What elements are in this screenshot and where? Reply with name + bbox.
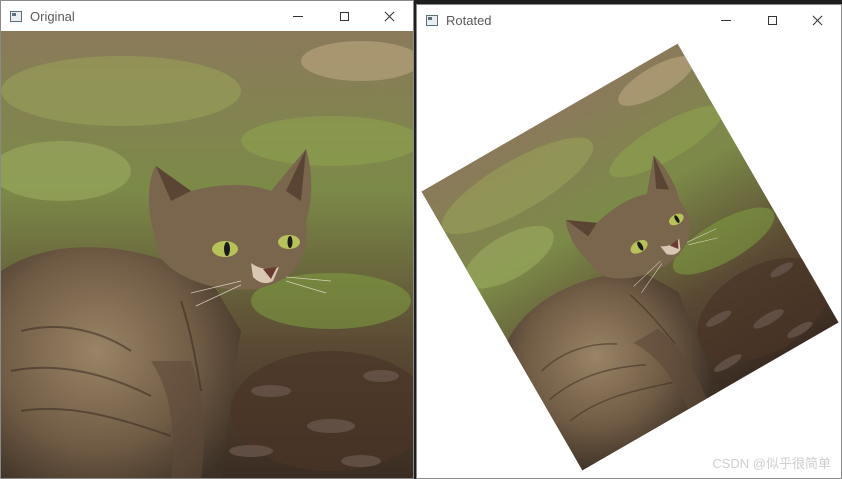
original-window-title: Original	[30, 8, 75, 24]
original-image-area	[1, 31, 413, 478]
minimize-icon[interactable]	[275, 1, 321, 31]
watermark-text: CSDN @似乎很简单	[712, 456, 831, 471]
minimize-icon[interactable]	[703, 5, 749, 35]
close-icon[interactable]	[795, 5, 841, 35]
rotated-window-controls	[703, 5, 841, 35]
original-window[interactable]: Original	[0, 0, 414, 479]
maximize-icon[interactable]	[749, 5, 795, 35]
close-icon[interactable]	[367, 1, 413, 31]
window-app-icon	[10, 10, 22, 22]
rotated-cat-image	[420, 41, 840, 473]
rotated-image-area: CSDN @似乎很简单	[417, 35, 841, 478]
maximize-icon[interactable]	[321, 1, 367, 31]
original-cat-image	[1, 31, 413, 478]
window-app-icon	[426, 14, 438, 26]
rotated-window-title: Rotated	[446, 12, 492, 28]
rotated-window[interactable]: Rotated CSDN @似乎很简单	[416, 4, 842, 479]
rotated-titlebar[interactable]: Rotated	[417, 5, 841, 35]
original-window-controls	[275, 1, 413, 31]
original-titlebar[interactable]: Original	[1, 1, 413, 31]
